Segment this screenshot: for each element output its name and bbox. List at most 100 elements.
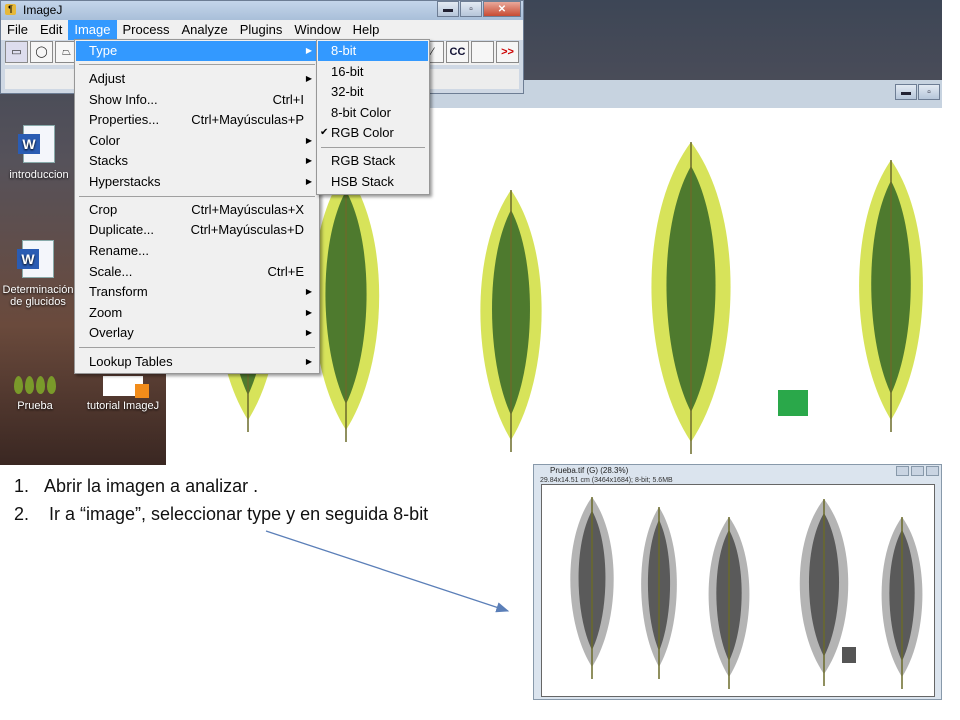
cc-tool-button[interactable]: CC (446, 41, 469, 63)
maximize-button[interactable]: ▫ (460, 1, 482, 17)
menu-item-zoom[interactable]: Zoom ▶ (76, 303, 318, 323)
submenu-item-hsb-stack[interactable]: HSB Stack (318, 172, 428, 192)
menu-item-label: Hyperstacks (89, 174, 161, 189)
menu-separator (321, 147, 425, 148)
submenu-arrow-icon: ▶ (305, 136, 312, 145)
desktop-icon-label: introduccion (9, 169, 69, 181)
desktop-icon-glucidos[interactable]: W Determinación de glucidos (0, 240, 76, 308)
desktop-icon-label: Determinación de glucidos (2, 284, 74, 308)
desktop-icon-tutorial[interactable]: tutorial ImageJ (84, 376, 162, 412)
submenu-item-8bit-color[interactable]: 8-bit Color (318, 103, 428, 123)
menu-item-shortcut: Ctrl+Mayúsculas+X (191, 202, 304, 217)
menu-item-scale[interactable]: Scale... Ctrl+E (76, 262, 318, 282)
pointer-arrow (265, 530, 510, 613)
desktop-icon-prueba[interactable]: Prueba (0, 376, 74, 412)
menu-edit[interactable]: Edit (34, 20, 68, 40)
menu-process[interactable]: Process (117, 20, 176, 40)
desktop-icon-label: Prueba (17, 400, 53, 412)
menu-window[interactable]: Window (288, 20, 346, 40)
submenu-arrow-icon: ▶ (305, 357, 312, 366)
oval-tool-icon[interactable]: ◯ (30, 41, 53, 63)
window-title: ImageJ (23, 3, 63, 17)
grayscale-image-canvas (541, 484, 935, 697)
menu-item-label: Type (89, 43, 118, 58)
gray-leaf (881, 517, 923, 689)
submenu-item-32bit[interactable]: 32-bit (318, 82, 428, 102)
more-tools-button[interactable]: >> (496, 41, 519, 63)
menu-image[interactable]: Image (68, 20, 117, 40)
menubar: File Edit Image Process Analyze Plugins … (1, 20, 523, 40)
image-window-title: Prueba.tif (G) (28.3%) (550, 466, 629, 475)
green-marker-square (778, 390, 808, 416)
image-info-line: 29.84x14.51 cm (3464x1684); 8-bit; 5.6MB (540, 477, 673, 484)
menu-separator (79, 196, 315, 197)
menu-item-duplicate[interactable]: Duplicate... Ctrl+Mayúsculas+D (76, 220, 318, 240)
menu-item-shortcut: Ctrl+Mayúsculas+P (191, 112, 304, 127)
menu-item-label: Scale... (89, 264, 133, 279)
submenu-arrow-icon: ▶ (305, 74, 312, 83)
minimize-button[interactable] (896, 466, 909, 476)
gray-leaf (708, 517, 750, 689)
menu-item-crop[interactable]: Crop Ctrl+Mayúsculas+X (76, 200, 318, 220)
menu-analyze[interactable]: Analyze (175, 20, 233, 40)
menu-item-shortcut: Ctrl+Mayúsculas+D (190, 222, 304, 237)
word-document-icon: W (18, 125, 55, 163)
menu-file[interactable]: File (1, 20, 34, 40)
menu-item-transform[interactable]: Transform ▶ (76, 282, 318, 302)
submenu-arrow-icon: ▶ (305, 46, 312, 55)
submenu-item-rgb-color[interactable]: ✔ RGB Color (318, 123, 428, 143)
menu-item-rename[interactable]: Rename... (76, 241, 318, 261)
menu-item-label: Rename... (89, 243, 149, 258)
gray-leaves-canvas (570, 497, 923, 689)
submenu-item-16bit[interactable]: 16-bit (318, 62, 428, 82)
menu-item-label: Overlay (89, 325, 134, 340)
menu-item-label: Zoom (89, 305, 123, 320)
menu-item-hyperstacks[interactable]: Hyperstacks ▶ (76, 172, 318, 192)
submenu-item-label: 8-bit Color (331, 105, 391, 120)
imagej-titlebar: ¶ ImageJ ▬ ▫ ✕ (1, 1, 523, 20)
close-button[interactable]: ✕ (483, 1, 521, 17)
instruction-step: 1. Abrir la imagen a analizar . (14, 472, 428, 500)
menu-separator (79, 64, 315, 65)
menu-item-adjust[interactable]: Adjust ▶ (76, 69, 318, 89)
submenu-item-label: RGB Color (331, 125, 394, 140)
menu-item-color[interactable]: Color ▶ (76, 131, 318, 151)
submenu-arrow-icon: ▶ (305, 308, 312, 317)
microscope-icon: ¶ (5, 4, 16, 15)
menu-item-overlay[interactable]: Overlay ▶ (76, 323, 318, 343)
checkmark-icon: ✔ (320, 127, 329, 138)
maximize-button[interactable] (911, 466, 924, 476)
submenu-arrow-icon: ▶ (305, 287, 312, 296)
desktop-icon-introduccion[interactable]: W introduccion (0, 125, 78, 181)
menu-item-lookup-tables[interactable]: Lookup Tables ▶ (76, 352, 318, 372)
menu-item-show-info[interactable]: Show Info... Ctrl+I (76, 90, 318, 110)
image-menu-dropdown: Type ▶ Adjust ▶ Show Info... Ctrl+I Propert… (74, 39, 320, 374)
color-leaf (859, 160, 923, 432)
menu-item-shortcut: Ctrl+E (267, 264, 304, 279)
submenu-item-rgb-stack[interactable]: RGB Stack (318, 151, 428, 171)
gray-leaf (570, 497, 614, 679)
close-button[interactable] (926, 466, 939, 476)
submenu-item-label: HSB Stack (331, 174, 394, 189)
menu-item-properties[interactable]: Properties... Ctrl+Mayúsculas+P (76, 110, 318, 130)
instruction-steps: 1. Abrir la imagen a analizar . 2. Ir a “… (14, 472, 428, 528)
menu-item-label: Stacks (89, 153, 129, 168)
color-leaf (480, 190, 542, 452)
menu-item-label: Crop (89, 202, 118, 217)
minimize-button[interactable]: ▬ (437, 1, 459, 17)
menu-plugins[interactable]: Plugins (234, 20, 289, 40)
step-text: Ir a “image”, seleccionar type y en segu… (44, 504, 429, 524)
menu-item-type[interactable]: Type ▶ (76, 41, 318, 61)
menu-separator (79, 347, 315, 348)
rectangle-tool-icon[interactable]: ▭ (5, 41, 28, 63)
menu-item-stacks[interactable]: Stacks ▶ (76, 151, 318, 171)
blank-tool-slot[interactable] (471, 41, 494, 63)
submenu-arrow-icon: ▶ (305, 328, 312, 337)
gray-leaf (799, 499, 849, 686)
menu-help[interactable]: Help (347, 20, 386, 40)
submenu-item-8bit[interactable]: 8-bit (318, 41, 428, 61)
submenu-arrow-icon: ▶ (305, 177, 312, 186)
color-leaf (651, 142, 731, 454)
step-number: 2. (14, 504, 30, 524)
menu-item-label: Properties... (89, 112, 160, 127)
